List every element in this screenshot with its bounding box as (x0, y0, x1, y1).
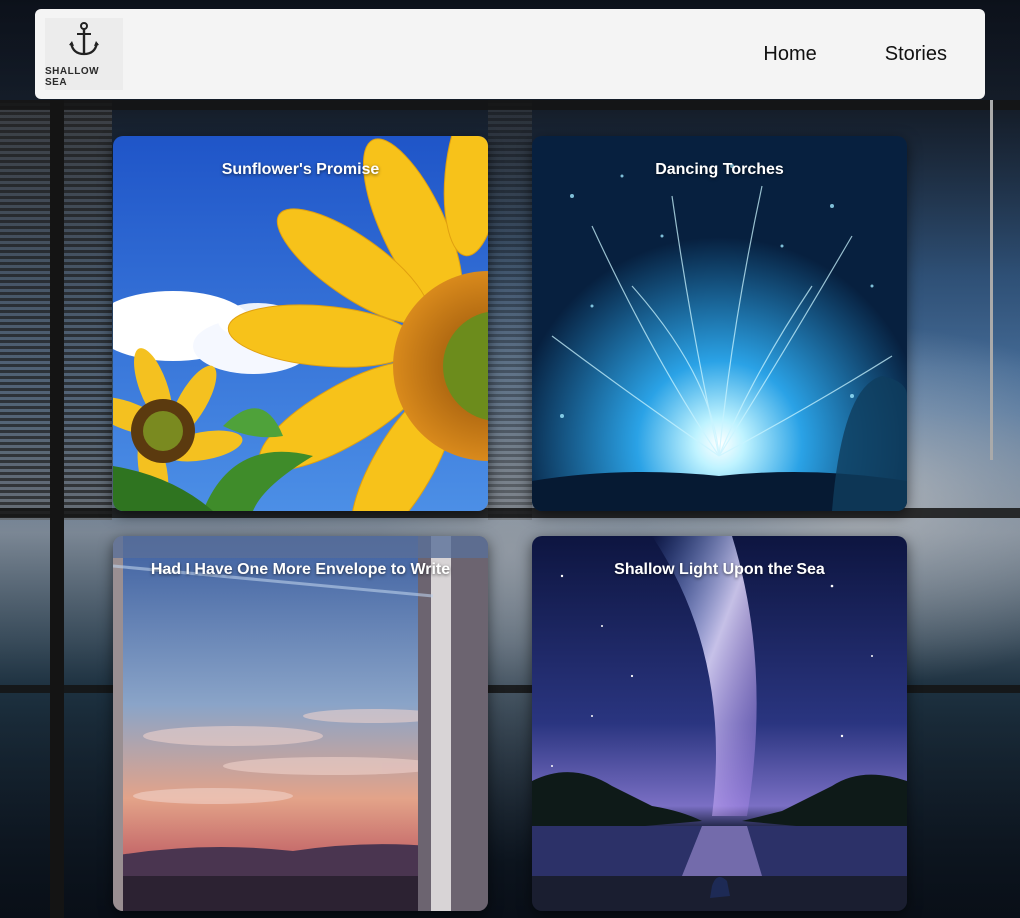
background-pillar (50, 100, 64, 918)
story-card-title: Had I Have One More Envelope to Write (150, 561, 451, 578)
sunflower-artwork (113, 136, 488, 511)
story-card-sunflowers-promise[interactable]: Sunflower's Promise (113, 136, 488, 511)
story-card-one-more-envelope[interactable]: Had I Have One More Envelope to Write (113, 536, 488, 911)
story-card-title: Sunflower's Promise (221, 161, 380, 178)
logo-text: SHALLOW SEA (45, 65, 100, 88)
story-card-title: Dancing Torches (655, 161, 784, 178)
main-nav: Home Stories (763, 43, 947, 66)
background-pillar (990, 100, 993, 460)
train-window-sunset-artwork (113, 536, 488, 911)
milky-way-sea-artwork (532, 536, 907, 911)
torches-artwork (532, 136, 907, 511)
story-card-title: Shallow Light Upon the Sea (614, 561, 825, 578)
nav-stories-link[interactable]: Stories (885, 43, 947, 66)
site-logo[interactable]: SHALLOW SEA (45, 18, 123, 90)
nav-home-link[interactable]: Home (763, 43, 816, 66)
navbar: SHALLOW SEA Home Stories (35, 9, 985, 99)
background-blinds-middle (488, 100, 532, 520)
background-rail-top (0, 100, 1020, 110)
story-card-shallow-light[interactable]: Shallow Light Upon the Sea (532, 536, 907, 911)
anchor-icon (67, 21, 101, 64)
story-card-dancing-torches[interactable]: Dancing Torches (532, 136, 907, 511)
